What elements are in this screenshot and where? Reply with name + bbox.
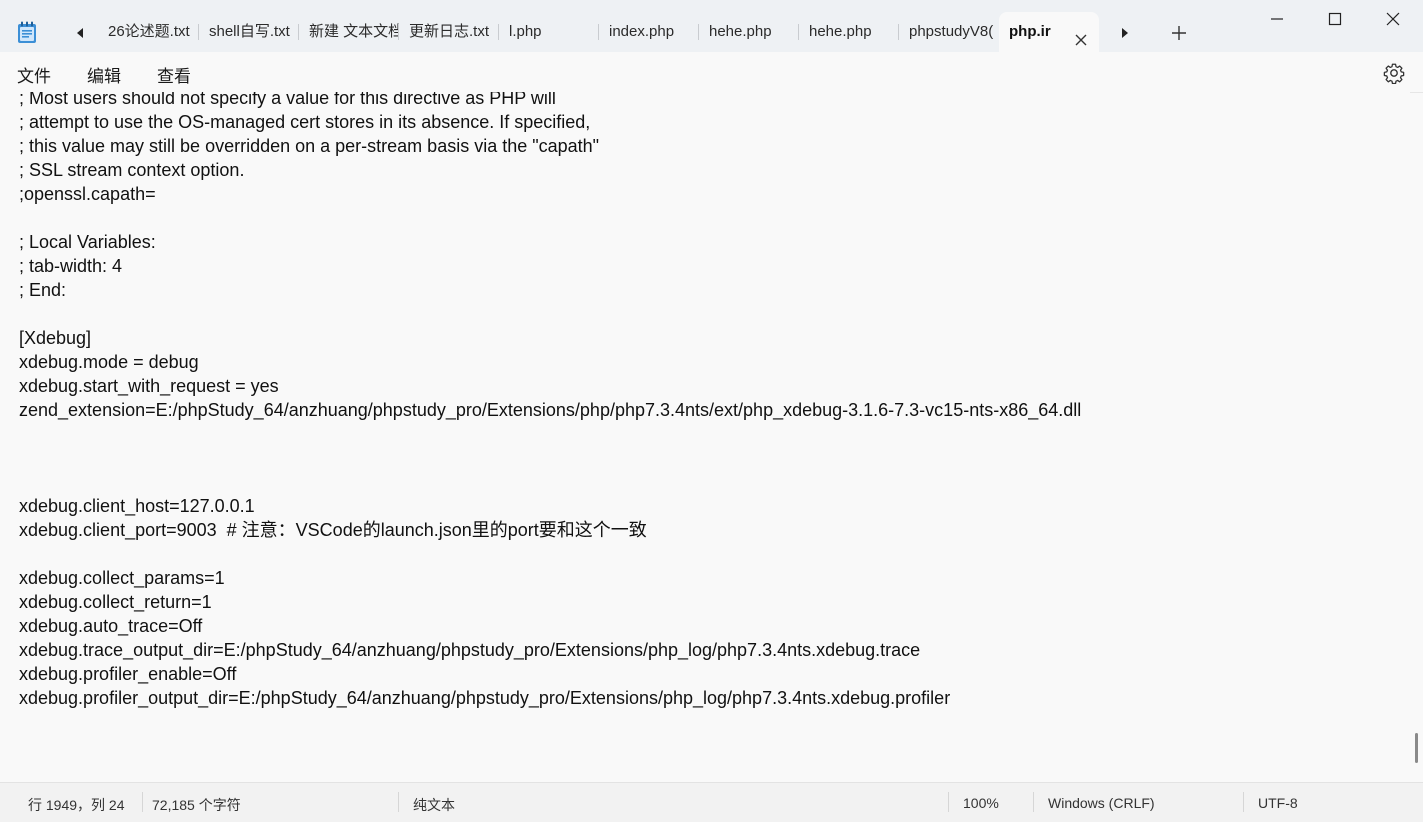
editor-line[interactable]: ; tab-width: 4	[19, 254, 1081, 278]
editor-line[interactable]: xdebug.client_port=9003 # 注意：VSCode的laun…	[19, 518, 1081, 542]
editor-line[interactable]: xdebug.collect_return=1	[19, 590, 1081, 614]
new-tab-button[interactable]	[1166, 20, 1192, 46]
tab-label: php.ir	[1009, 23, 1051, 40]
editor-line[interactable]: ; attempt to use the OS-managed cert sto…	[19, 110, 1081, 134]
tab-更新日志[interactable]: 更新日志.txt	[399, 12, 499, 52]
close-icon	[1386, 12, 1400, 26]
editor-line[interactable]	[19, 542, 1081, 566]
character-count: 72,185 个字符	[152, 797, 241, 813]
tab-label: shell自写.txt	[209, 23, 290, 40]
scrollbar-thumb[interactable]	[1415, 733, 1418, 763]
editor-text-content[interactable]: ; Most users should not specify a value …	[19, 92, 1081, 710]
text-editor[interactable]: ; Most users should not specify a value …	[0, 92, 1410, 782]
editor-line[interactable]: ; this value may still be overridden on …	[19, 134, 1081, 158]
zoom-level[interactable]: 100%	[963, 795, 999, 811]
tab-label: index.php	[609, 23, 675, 40]
editor-line[interactable]: ;openssl.capath=	[19, 182, 1081, 206]
editor-line[interactable]	[19, 302, 1081, 326]
status-divider	[948, 792, 949, 812]
menu-bar: 文件 编辑 查看	[0, 52, 1423, 93]
editor-line[interactable]	[19, 206, 1081, 230]
tab-label: 新建 文本文档	[309, 23, 399, 40]
editor-line[interactable]: ; Local Variables:	[19, 230, 1081, 254]
plus-icon	[1172, 26, 1186, 40]
tab-index-php[interactable]: index.php	[599, 12, 699, 52]
maximize-icon	[1328, 12, 1342, 26]
status-divider	[1033, 792, 1034, 812]
tab-label: 26论述题.txt	[108, 23, 190, 40]
tab-l-php[interactable]: l.php	[499, 12, 599, 52]
editor-line[interactable]: xdebug.mode = debug	[19, 350, 1081, 374]
tab-phpstudyv8[interactable]: phpstudyV8(	[899, 12, 999, 52]
tab-label: hehe.php	[709, 23, 772, 40]
triangle-left-icon	[77, 28, 83, 38]
menu-file[interactable]: 文件	[17, 62, 51, 87]
editor-line[interactable]	[19, 470, 1081, 494]
tab-hehe-php-1[interactable]: hehe.php	[699, 12, 799, 52]
editor-line[interactable]	[19, 422, 1081, 446]
status-divider	[398, 792, 399, 812]
tab-label: 更新日志.txt	[409, 23, 490, 40]
tab-label: phpstudyV8(	[909, 23, 994, 40]
menu-edit[interactable]: 编辑	[87, 62, 121, 87]
editor-line[interactable]: [Xdebug]	[19, 326, 1081, 350]
editor-line[interactable]: xdebug.client_host=127.0.0.1	[19, 494, 1081, 518]
editor-line[interactable]: xdebug.trace_output_dir=E:/phpStudy_64/a…	[19, 638, 1081, 662]
status-bar: 行 1949，列 24 72,185 个字符 纯文本 100% Windows …	[0, 782, 1423, 822]
status-divider	[142, 792, 143, 812]
editor-line[interactable]: ; SSL stream context option.	[19, 158, 1081, 182]
minimize-icon	[1271, 18, 1283, 20]
tab-新建文本文档[interactable]: 新建 文本文档	[299, 12, 399, 52]
cursor-position[interactable]: 行 1949，列 24	[28, 795, 125, 815]
editor-line[interactable]: xdebug.auto_trace=Off	[19, 614, 1081, 638]
gear-icon	[1383, 63, 1405, 85]
scroll-tabs-left-button[interactable]	[66, 18, 94, 48]
maximize-button[interactable]	[1306, 0, 1364, 38]
settings-button[interactable]	[1383, 62, 1405, 85]
editor-line[interactable]: ; End:	[19, 278, 1081, 302]
notepad-app-icon	[16, 20, 38, 44]
tab-php-ini-active[interactable]: php.ir	[999, 12, 1099, 52]
line-ending[interactable]: Windows (CRLF)	[1048, 795, 1155, 811]
tab-hehe-php-2[interactable]: hehe.php	[799, 12, 899, 52]
title-bar: 26论述题.txt shell自写.txt 新建 文本文档 更新日志.txt l…	[0, 0, 1423, 52]
vertical-scrollbar[interactable]	[1410, 92, 1423, 782]
editor-line[interactable]: zend_extension=E:/phpStudy_64/anzhuang/p…	[19, 398, 1081, 422]
minimize-button[interactable]	[1248, 0, 1306, 38]
menu-view[interactable]: 查看	[157, 62, 191, 87]
editor-line[interactable]	[19, 446, 1081, 470]
editor-line[interactable]: xdebug.start_with_request = yes	[19, 374, 1081, 398]
editor-line[interactable]: xdebug.profiler_enable=Off	[19, 662, 1081, 686]
editor-line[interactable]: xdebug.profiler_output_dir=E:/phpStudy_6…	[19, 686, 1081, 710]
triangle-right-icon	[1122, 28, 1128, 38]
tab-26论述题[interactable]: 26论述题.txt	[98, 12, 199, 52]
text-format: 纯文本	[413, 797, 455, 813]
close-tab-icon[interactable]	[1073, 24, 1089, 46]
editor-line[interactable]: ; Most users should not specify a value …	[19, 92, 1081, 110]
status-divider	[1243, 792, 1244, 812]
close-window-button[interactable]	[1364, 0, 1422, 38]
editor-line[interactable]: xdebug.collect_params=1	[19, 566, 1081, 590]
tab-shell自写[interactable]: shell自写.txt	[199, 12, 299, 52]
tab-label: hehe.php	[809, 23, 872, 40]
file-encoding[interactable]: UTF-8	[1258, 795, 1298, 811]
scroll-tabs-right-button[interactable]	[1111, 18, 1139, 48]
tab-label: l.php	[509, 23, 542, 40]
